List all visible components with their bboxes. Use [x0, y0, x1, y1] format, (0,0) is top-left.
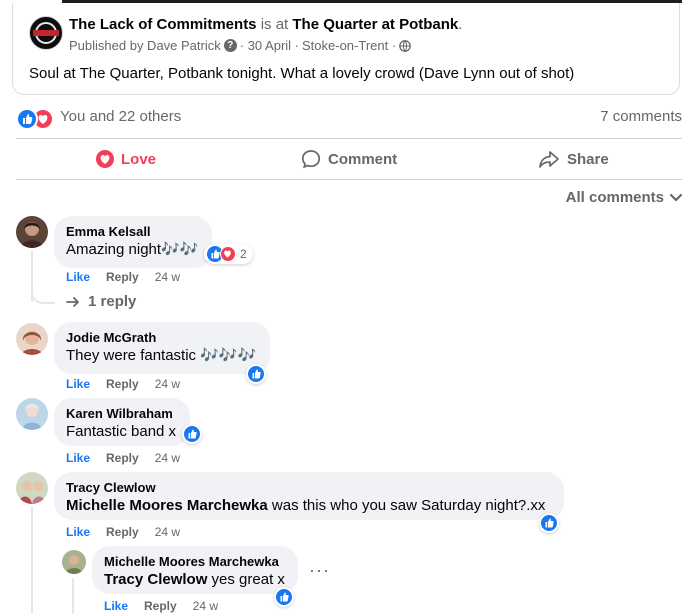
comment-button[interactable]: Comment: [301, 148, 397, 170]
comment-reactions[interactable]: [246, 364, 266, 384]
avatar[interactable]: [16, 398, 48, 430]
comment-actions: Like Reply 24 w: [66, 377, 180, 391]
comment-text: Amazing night🎶🎶: [66, 241, 199, 258]
reply-link[interactable]: Reply: [106, 525, 139, 539]
comment-count[interactable]: 7 comments: [600, 108, 682, 125]
like-reaction-icon: [248, 366, 264, 382]
title-period: .: [458, 16, 463, 33]
reply-time[interactable]: 24 w: [193, 599, 218, 613]
mention-link[interactable]: Michelle Moores Marchewka: [66, 497, 268, 514]
logo-band: [33, 30, 59, 36]
view-replies-link[interactable]: 1 reply: [66, 293, 136, 310]
reply-link[interactable]: Reply: [144, 599, 177, 613]
comment-bubble: Emma Kelsall Amazing night🎶🎶: [54, 216, 212, 268]
reply-body: yes great x: [211, 571, 285, 588]
comment-time[interactable]: 24 w: [155, 451, 180, 465]
like-link[interactable]: Like: [66, 270, 90, 284]
globe-icon: [399, 39, 412, 52]
comment-filter[interactable]: All comments: [566, 189, 682, 206]
reply-link[interactable]: Reply: [106, 270, 139, 284]
comment-body: was this who you saw Saturday night?.xx: [271, 497, 546, 514]
like-link[interactable]: Like: [104, 599, 128, 613]
location-link[interactable]: The Quarter at Potbank: [292, 16, 458, 33]
comment-text: Michelle Moores Marchewka was this who y…: [66, 496, 552, 516]
comment-actions: Like Reply 24 w: [66, 270, 180, 284]
love-button[interactable]: Love: [96, 148, 156, 170]
mention-link[interactable]: Tracy Clewlow: [104, 571, 207, 588]
like-reaction-icon: [16, 108, 38, 130]
chevron-down-icon: [670, 193, 682, 201]
reply-bubble: Michelle Moores Marchewka Tracy Clewlow …: [92, 546, 298, 594]
thread-connector: [31, 280, 55, 304]
share-icon: [539, 151, 559, 168]
like-link[interactable]: Like: [66, 525, 90, 539]
reply-text: Tracy Clewlow yes great x: [104, 570, 286, 590]
reply-reactions[interactable]: [274, 587, 294, 607]
share-label: Share: [567, 150, 609, 168]
avatar[interactable]: [16, 323, 48, 355]
post-date[interactable]: · 30 April ·: [240, 38, 299, 53]
question-icon[interactable]: ?: [223, 39, 237, 52]
thread-line: [31, 506, 33, 614]
comment-actions: Like Reply 24 w: [66, 525, 180, 539]
replies-label: 1 reply: [88, 293, 137, 310]
post-text: Soul at The Quarter, Potbank tonight. Wh…: [29, 65, 575, 82]
comment-reactions[interactable]: [539, 513, 559, 533]
love-reaction-icon: [220, 246, 236, 262]
comment-actions: Like Reply 24 w: [66, 451, 180, 465]
comment-text: Fantastic band x: [66, 423, 177, 440]
reply-link[interactable]: Reply: [106, 451, 139, 465]
reaction-icons: [16, 108, 54, 130]
comment-bubble: Karen Wilbraham Fantastic band x: [54, 398, 190, 446]
like-link[interactable]: Like: [66, 451, 90, 465]
love-label: Love: [121, 150, 157, 168]
is-at-text: is at: [260, 16, 289, 33]
comment-bubble: Tracy Clewlow Michelle Moores Marchewka …: [54, 472, 564, 520]
love-icon: [96, 150, 114, 168]
comment-reactions[interactable]: 2: [204, 244, 253, 264]
like-reaction-icon: [541, 515, 557, 531]
divider: [16, 179, 682, 180]
avatar[interactable]: [16, 472, 48, 504]
post-title: The Lack of Commitments is at The Quarte…: [69, 16, 462, 33]
comment-author[interactable]: Tracy Clewlow: [66, 480, 552, 496]
page-name-link[interactable]: The Lack of Commitments: [69, 16, 257, 33]
comment-text: They were fantastic 🎶🎶🎶: [66, 347, 257, 364]
more-options-icon[interactable]: ···: [309, 560, 330, 581]
comment-reactions[interactable]: [182, 424, 202, 444]
comment-time[interactable]: 24 w: [155, 377, 180, 391]
avatar[interactable]: [16, 216, 48, 248]
reaction-count[interactable]: You and 22 others: [60, 108, 181, 125]
comment-author[interactable]: Karen Wilbraham: [66, 406, 178, 422]
like-reaction-icon: [184, 426, 200, 442]
reaction-count: 2: [240, 247, 247, 261]
comment-label: Comment: [328, 150, 398, 168]
post-place[interactable]: Stoke-on-Trent ·: [302, 38, 396, 53]
comment-author[interactable]: Jodie McGrath: [66, 330, 258, 346]
post-meta: Published by Dave Patrick ? · 30 April ·…: [69, 38, 412, 53]
published-by: Published by Dave Patrick: [69, 38, 221, 53]
reply-author[interactable]: Michelle Moores Marchewka: [104, 554, 286, 570]
page-avatar[interactable]: [29, 16, 63, 50]
avatar[interactable]: [62, 550, 86, 574]
comment-author[interactable]: Emma Kelsall: [66, 224, 200, 240]
comment-time[interactable]: 24 w: [155, 525, 180, 539]
reply-arrow-icon: [66, 296, 79, 307]
like-link[interactable]: Like: [66, 377, 90, 391]
comment-icon: [301, 150, 321, 169]
reply-actions: Like Reply 24 w: [104, 599, 218, 613]
reply-link[interactable]: Reply: [106, 377, 139, 391]
share-button[interactable]: Share: [538, 148, 609, 170]
comment-time[interactable]: 24 w: [155, 270, 180, 284]
comment-bubble: Jodie McGrath They were fantastic 🎶🎶🎶: [54, 322, 270, 374]
comment-filter-label: All comments: [565, 189, 664, 206]
thread-line: [72, 578, 74, 614]
reaction-summary[interactable]: You and 22 others 7 comments: [16, 108, 682, 130]
divider: [16, 138, 682, 139]
like-reaction-icon: [276, 589, 292, 605]
